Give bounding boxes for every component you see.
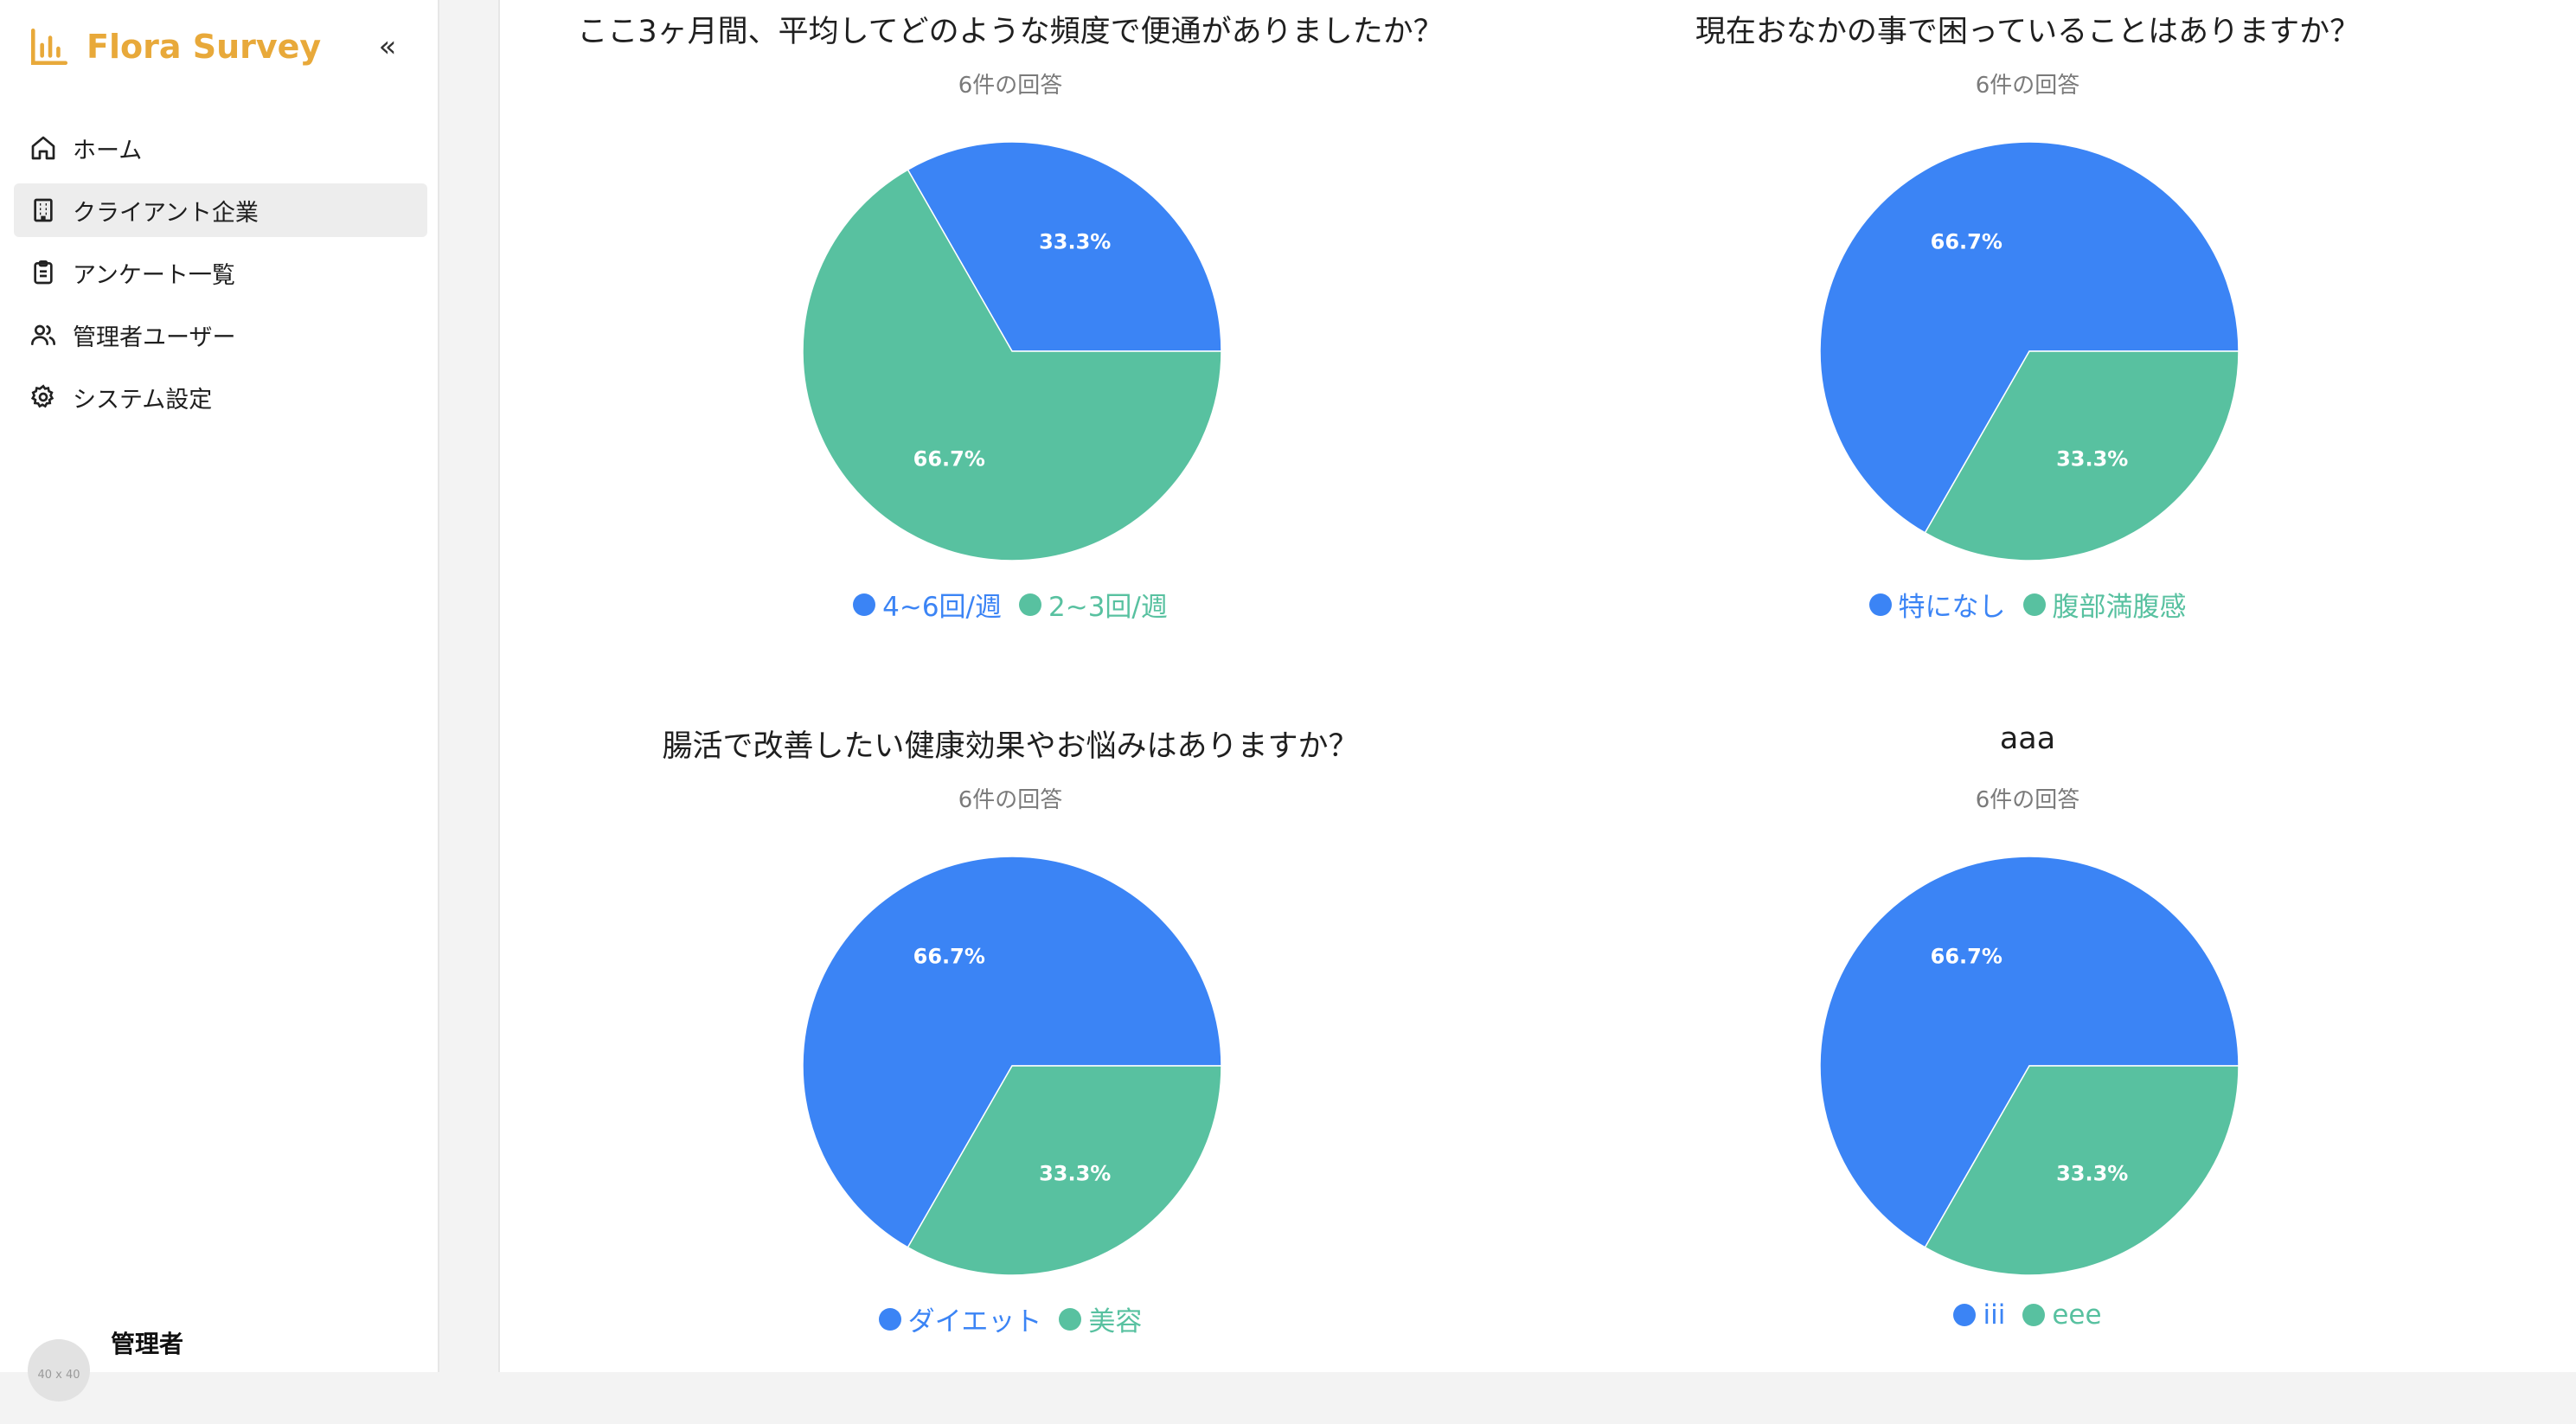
home-icon [31, 136, 55, 160]
avatar: 40 x 40 [28, 1339, 90, 1402]
response-count: 6件の回答 [1975, 787, 2080, 813]
gear-icon [30, 384, 54, 408]
slice-percent-label: 66.7% [913, 944, 985, 968]
legend-swatch [1868, 593, 1892, 616]
legend-item[interactable]: 腹部満腹感 [2022, 585, 2187, 624]
building-icon [34, 198, 53, 222]
legend-label: 美容 [1088, 1306, 1143, 1337]
legend-label: 腹部満腹感 [2052, 592, 2187, 623]
chevrons-left-icon: « [378, 29, 397, 64]
legend-label: iii [1983, 1299, 2006, 1331]
legend-item[interactable]: 美容 [1059, 1299, 1142, 1338]
sidebar-item-admin-users[interactable]: 管理者ユーザー [14, 308, 427, 362]
user-name: 管理者 [111, 1330, 184, 1358]
brand-name: Flora Survey [87, 28, 322, 66]
slice-percent-label: 33.3% [2056, 447, 2128, 471]
legend-swatch [1059, 1307, 1082, 1331]
question-card: 腸活で改善したい健康効果やお悩みはありますか？ 6件の回答 66.7% 33.3%… [500, 715, 1521, 1424]
collapse-sidebar-button[interactable]: « [367, 26, 408, 67]
legend-label: 2~3回/週 [1048, 592, 1168, 623]
chart-legend: 特になし 腹部満腹感 [1517, 585, 2538, 624]
slice-percent-label: 66.7% [913, 447, 985, 471]
users-icon [31, 324, 55, 345]
legend-swatch [853, 593, 876, 616]
legend-swatch [878, 1307, 901, 1331]
question-title: 腸活で改善したい健康効果やお悩みはありますか？ [662, 729, 1359, 764]
sidebar: Flora Survey « ホーム クライアント企業 アンケート一覧 管理者ユ… [0, 0, 439, 1402]
question-card: 現在おなかの事で困っていることはありますか？ 6件の回答 66.7% 33.3% … [1517, 0, 2538, 709]
response-count: 6件の回答 [958, 787, 1063, 813]
chart-legend: ダイエット 美容 [500, 1299, 1521, 1338]
brand-logo[interactable]: Flora Survey [28, 22, 321, 71]
pie-chart: 33.3% 66.7% [802, 141, 1222, 561]
response-count: 6件の回答 [1975, 73, 2080, 99]
slice-percent-label: 33.3% [1039, 229, 1111, 253]
sidebar-item-label: ホーム [73, 137, 143, 164]
legend-label: 特になし [1898, 592, 2006, 623]
slice-percent-label: 66.7% [1931, 229, 2002, 253]
question-title: aaa [1999, 722, 2056, 756]
legend-swatch [2022, 593, 2046, 616]
legend-item[interactable]: 2~3回/週 [1019, 585, 1168, 624]
question-title: ここ3ヶ月間、平均してどのような頻度で便通がありましたか？ [577, 15, 1444, 49]
legend-label: 4~6回/週 [882, 592, 1002, 623]
legend-swatch [1019, 593, 1041, 616]
chart-legend: 4~6回/週 2~3回/週 [500, 585, 1521, 624]
pie-chart: 66.7% 33.3% [802, 856, 1222, 1276]
clipboard-icon [34, 260, 53, 285]
sidebar-item-system-settings[interactable]: システム設定 [14, 370, 427, 424]
user-menu[interactable]: 40 x 40 管理者 [28, 1330, 408, 1402]
chart-legend: iii eee [1517, 1299, 2538, 1333]
sidebar-item-surveys[interactable]: アンケート一覧 [14, 246, 427, 299]
legend-item[interactable]: iii [1953, 1299, 2005, 1331]
legend-item[interactable]: 4~6回/週 [853, 585, 1002, 624]
legend-swatch [2022, 1304, 2046, 1326]
pie-chart: 66.7% 33.3% [1819, 141, 2240, 561]
slice-percent-label: 33.3% [2056, 1162, 2128, 1186]
sidebar-item-label: クライアント企業 [73, 199, 259, 227]
legend-label: eee [2052, 1299, 2102, 1331]
sidebar-item-home[interactable]: ホーム [14, 121, 427, 175]
sidebar-item-client-companies[interactable]: クライアント企業 [14, 183, 427, 237]
survey-results-panel: ここ3ヶ月間、平均してどのような頻度で便通がありましたか？ 6件の回答 33.3… [498, 0, 2576, 1372]
sidebar-item-label: アンケート一覧 [73, 261, 235, 289]
question-title: 現在おなかの事で困っていることはありますか？ [1695, 15, 2361, 49]
bar-chart-icon [30, 28, 68, 66]
legend-swatch [1953, 1304, 1977, 1326]
legend-item[interactable]: eee [2022, 1299, 2102, 1331]
sidebar-item-label: システム設定 [73, 386, 213, 414]
legend-item[interactable]: ダイエット [878, 1299, 1042, 1338]
pie-chart: 66.7% 33.3% [1819, 856, 2240, 1276]
legend-item[interactable]: 特になし [1868, 585, 2006, 624]
sidebar-nav: ホーム クライアント企業 アンケート一覧 管理者ユーザー システム設定 [14, 121, 427, 433]
sidebar-item-label: 管理者ユーザー [73, 324, 236, 351]
slice-percent-label: 33.3% [1039, 1162, 1111, 1186]
legend-label: ダイエット [907, 1306, 1042, 1337]
response-count: 6件の回答 [958, 73, 1063, 99]
slice-percent-label: 66.7% [1931, 944, 2002, 968]
question-card: aaa 6件の回答 66.7% 33.3% iii eee [1517, 715, 2538, 1424]
question-card: ここ3ヶ月間、平均してどのような頻度で便通がありましたか？ 6件の回答 33.3… [500, 0, 1521, 709]
